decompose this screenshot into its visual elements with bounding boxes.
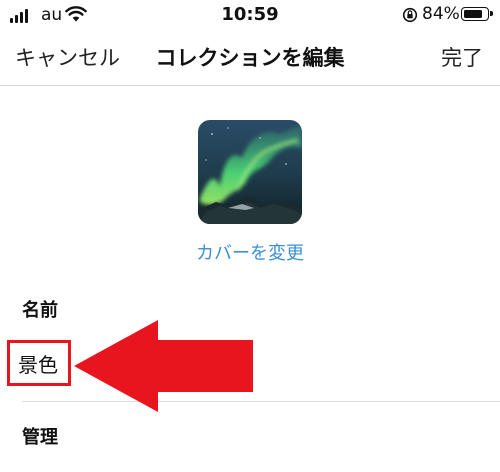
name-input[interactable] — [7, 340, 71, 386]
cancel-button[interactable]: キャンセル — [15, 42, 120, 72]
annotation-arrow — [74, 320, 253, 412]
orientation-lock-icon — [402, 7, 418, 23]
done-button[interactable]: 完了 — [441, 42, 483, 72]
change-cover-link[interactable]: カバーを変更 — [0, 239, 500, 265]
cover-image[interactable] — [198, 120, 302, 224]
status-bar: au 10:59 84% — [0, 0, 500, 32]
nav-divider — [0, 85, 500, 86]
battery-level — [464, 10, 482, 18]
navigation-bar: キャンセル コレクションを編集 完了 — [0, 32, 500, 84]
battery-percent: 84% — [422, 4, 460, 24]
name-label: 名前 — [22, 300, 58, 321]
battery-icon — [461, 7, 493, 21]
aurora-image — [198, 120, 302, 224]
manage-label: 管理 — [22, 427, 58, 448]
